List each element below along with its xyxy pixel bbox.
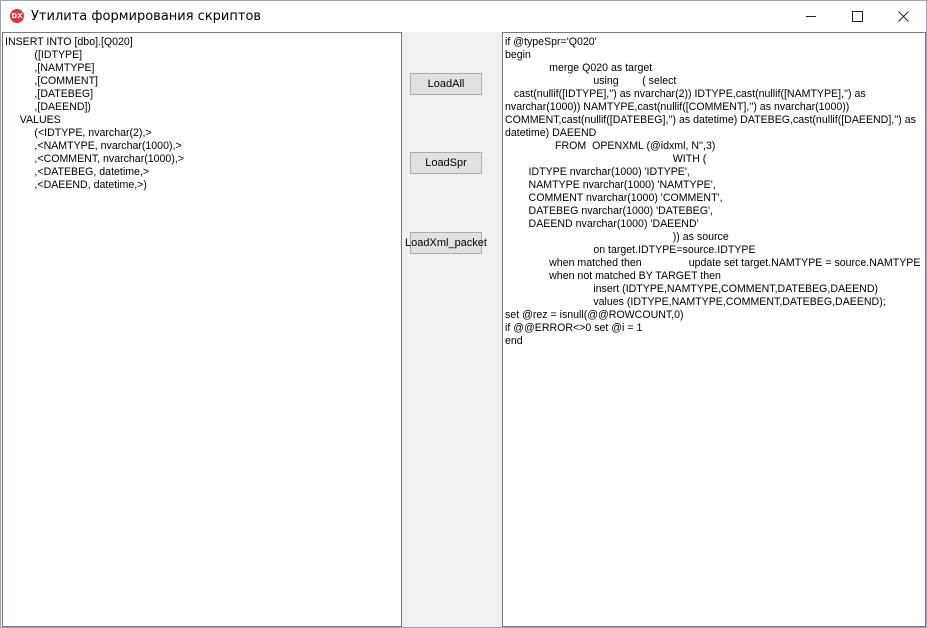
template-editor[interactable]: INSERT INTO [dbo].[Q020] ([IDTYPE] ,[NAM…	[2, 32, 402, 627]
load-xml-packet-button[interactable]: LoadXml_packet	[405, 232, 487, 254]
script-editor-text[interactable]: if @typeSpr='Q020' begin merge Q020 as t…	[503, 33, 925, 351]
button-panel: LoadAll LoadSpr LoadXml_packet	[402, 32, 502, 627]
maximize-icon	[851, 11, 863, 22]
window-title: Утилита формирования скриптов	[31, 9, 262, 24]
minimize-button[interactable]	[788, 1, 834, 32]
close-button[interactable]	[880, 1, 926, 32]
maximize-button[interactable]	[834, 1, 880, 32]
close-icon	[897, 11, 909, 22]
template-editor-text[interactable]: INSERT INTO [dbo].[Q020] ([IDTYPE] ,[NAM…	[3, 33, 401, 195]
title-bar[interactable]: DX Утилита формирования скриптов	[1, 1, 926, 32]
script-editor[interactable]: if @typeSpr='Q020' begin merge Q020 as t…	[502, 32, 926, 627]
minimize-icon	[806, 16, 816, 17]
app-logo-icon: DX	[10, 9, 24, 23]
load-all-button[interactable]: LoadAll	[410, 73, 482, 95]
load-spr-button[interactable]: LoadSpr	[410, 152, 482, 174]
app-window: DX Утилита формирования скриптов INSERT …	[0, 0, 927, 628]
